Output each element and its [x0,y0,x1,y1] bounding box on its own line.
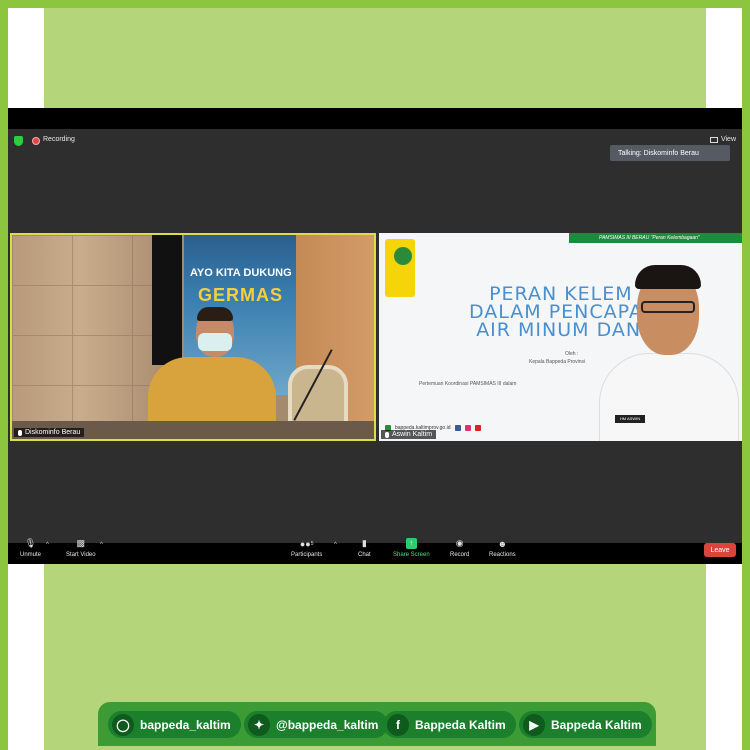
logo-emblem [394,247,412,265]
facebook-icon: f [387,713,409,736]
social-media-bar: ◯ bappeda_kaltim ✦ @bappeda_kaltim f Bap… [98,702,656,746]
share-screen-button[interactable]: ↑ Share Screen [393,538,430,558]
record-icon: ◉ [455,538,464,548]
youtube-handle: Bappeda Kaltim [551,717,642,732]
participants-options-caret-icon[interactable]: ^ [334,542,337,548]
audio-options-caret-icon[interactable]: ^ [46,542,49,548]
tile-name-left: Diskominfo Berau [14,428,85,437]
video-options-caret-icon[interactable]: ^ [100,542,103,548]
banner-line-1: AYO KITA DUKUNG [190,267,292,279]
slide-pertemuan: Pertemuan Koordinasi PAMSIMAS III dalam [419,381,517,387]
facebook-handle: Bappeda Kaltim [415,717,506,732]
slide-oleh: Oleh : [565,351,579,357]
recording-icon [32,137,40,145]
chat-button[interactable]: ▮ Chat [358,538,371,558]
meeting-toolbar: 🎙 Unmute ^ ▩ Start Video ^ ●● 5 Participa… [8,536,742,564]
start-video-label: Start Video [66,552,96,558]
reactions-icon: ☻ [497,538,508,549]
share-screen-label: Share Screen [393,552,430,558]
speaker-hair [635,265,701,289]
reactions-button[interactable]: ☻ Reactions [489,538,516,559]
video-tile-aswin[interactable]: PAMSIMAS III BERAU "Peran Kelembagaan" P… [379,233,742,441]
twitter-icon: ✦ [248,713,270,736]
speaker-nametag: HM ASWIN [615,415,645,423]
youtube-icon: ▶ [523,713,545,736]
facebook-link[interactable]: f Bappeda Kaltim [383,711,516,738]
participants-count: 5 [310,540,314,547]
instagram-icon: ◯ [112,713,134,736]
participants-button[interactable]: ●● 5 Participants [291,538,323,559]
twitter-link[interactable]: ✦ @bappeda_kaltim [244,711,389,738]
glasses [641,301,695,313]
twitter-handle: @bappeda_kaltim [276,717,379,732]
chat-label: Chat [358,552,371,558]
participants-icon: ●● 5 [299,538,314,549]
record-button[interactable]: ◉ Record [450,538,469,558]
shield-icon[interactable] [14,136,23,146]
grid-icon [709,136,718,143]
face-mask [198,333,232,351]
curtain [152,235,182,365]
reactions-label: Reactions [489,552,516,558]
video-camera-off-icon: ▩ [76,538,86,548]
tile-name-left-label: Diskominfo Berau [25,429,81,436]
unmute-button[interactable]: 🎙 Unmute [20,538,41,558]
meeting-area: Recording View Talking: Diskominfo Berau… [8,129,742,558]
slide-kepala: Kepala Bappeda Provinsi [529,359,586,365]
zoom-window: Recording View Talking: Diskominfo Berau… [8,108,742,564]
record-label: Record [450,552,470,558]
participant-hair [197,307,233,321]
view-label: View [720,136,736,143]
tile-name-right: Aswin Kaltim [381,430,437,439]
start-video-button[interactable]: ▩ Start Video [66,538,96,558]
youtube-mini-icon [474,425,481,431]
video-tile-diskominfo[interactable]: AYO KITA DUKUNG GERMAS Diskominfo Berau [10,233,376,441]
share-screen-icon: ↑ [405,538,417,549]
microphone-muted-icon: 🎙 [24,538,37,548]
slide-header-strip: PAMSIMAS III BERAU "Peran Kelembagaan" [569,233,742,243]
facebook-mini-icon [454,425,461,431]
instagram-link[interactable]: ◯ bappeda_kaltim [108,711,241,738]
mic-icon [385,431,389,438]
unmute-label: Unmute [20,552,42,558]
chat-icon: ▮ [361,538,367,548]
instagram-handle: bappeda_kaltim [140,717,231,732]
speaker-body [599,353,739,441]
kaltim-logo-icon [385,239,415,297]
instagram-mini-icon [464,425,471,431]
leave-button[interactable]: Leave [704,543,736,557]
youtube-link[interactable]: ▶ Bappeda Kaltim [519,711,652,738]
recording-label: Recording [43,136,75,143]
view-button[interactable]: View [709,136,736,143]
tile-name-right-label: Aswin Kaltim [392,431,433,438]
banner-line-2: GERMAS [198,285,284,305]
talking-indicator: Talking: Diskominfo Berau [610,145,730,161]
participants-label: Participants [291,552,323,558]
mic-icon [18,429,22,436]
